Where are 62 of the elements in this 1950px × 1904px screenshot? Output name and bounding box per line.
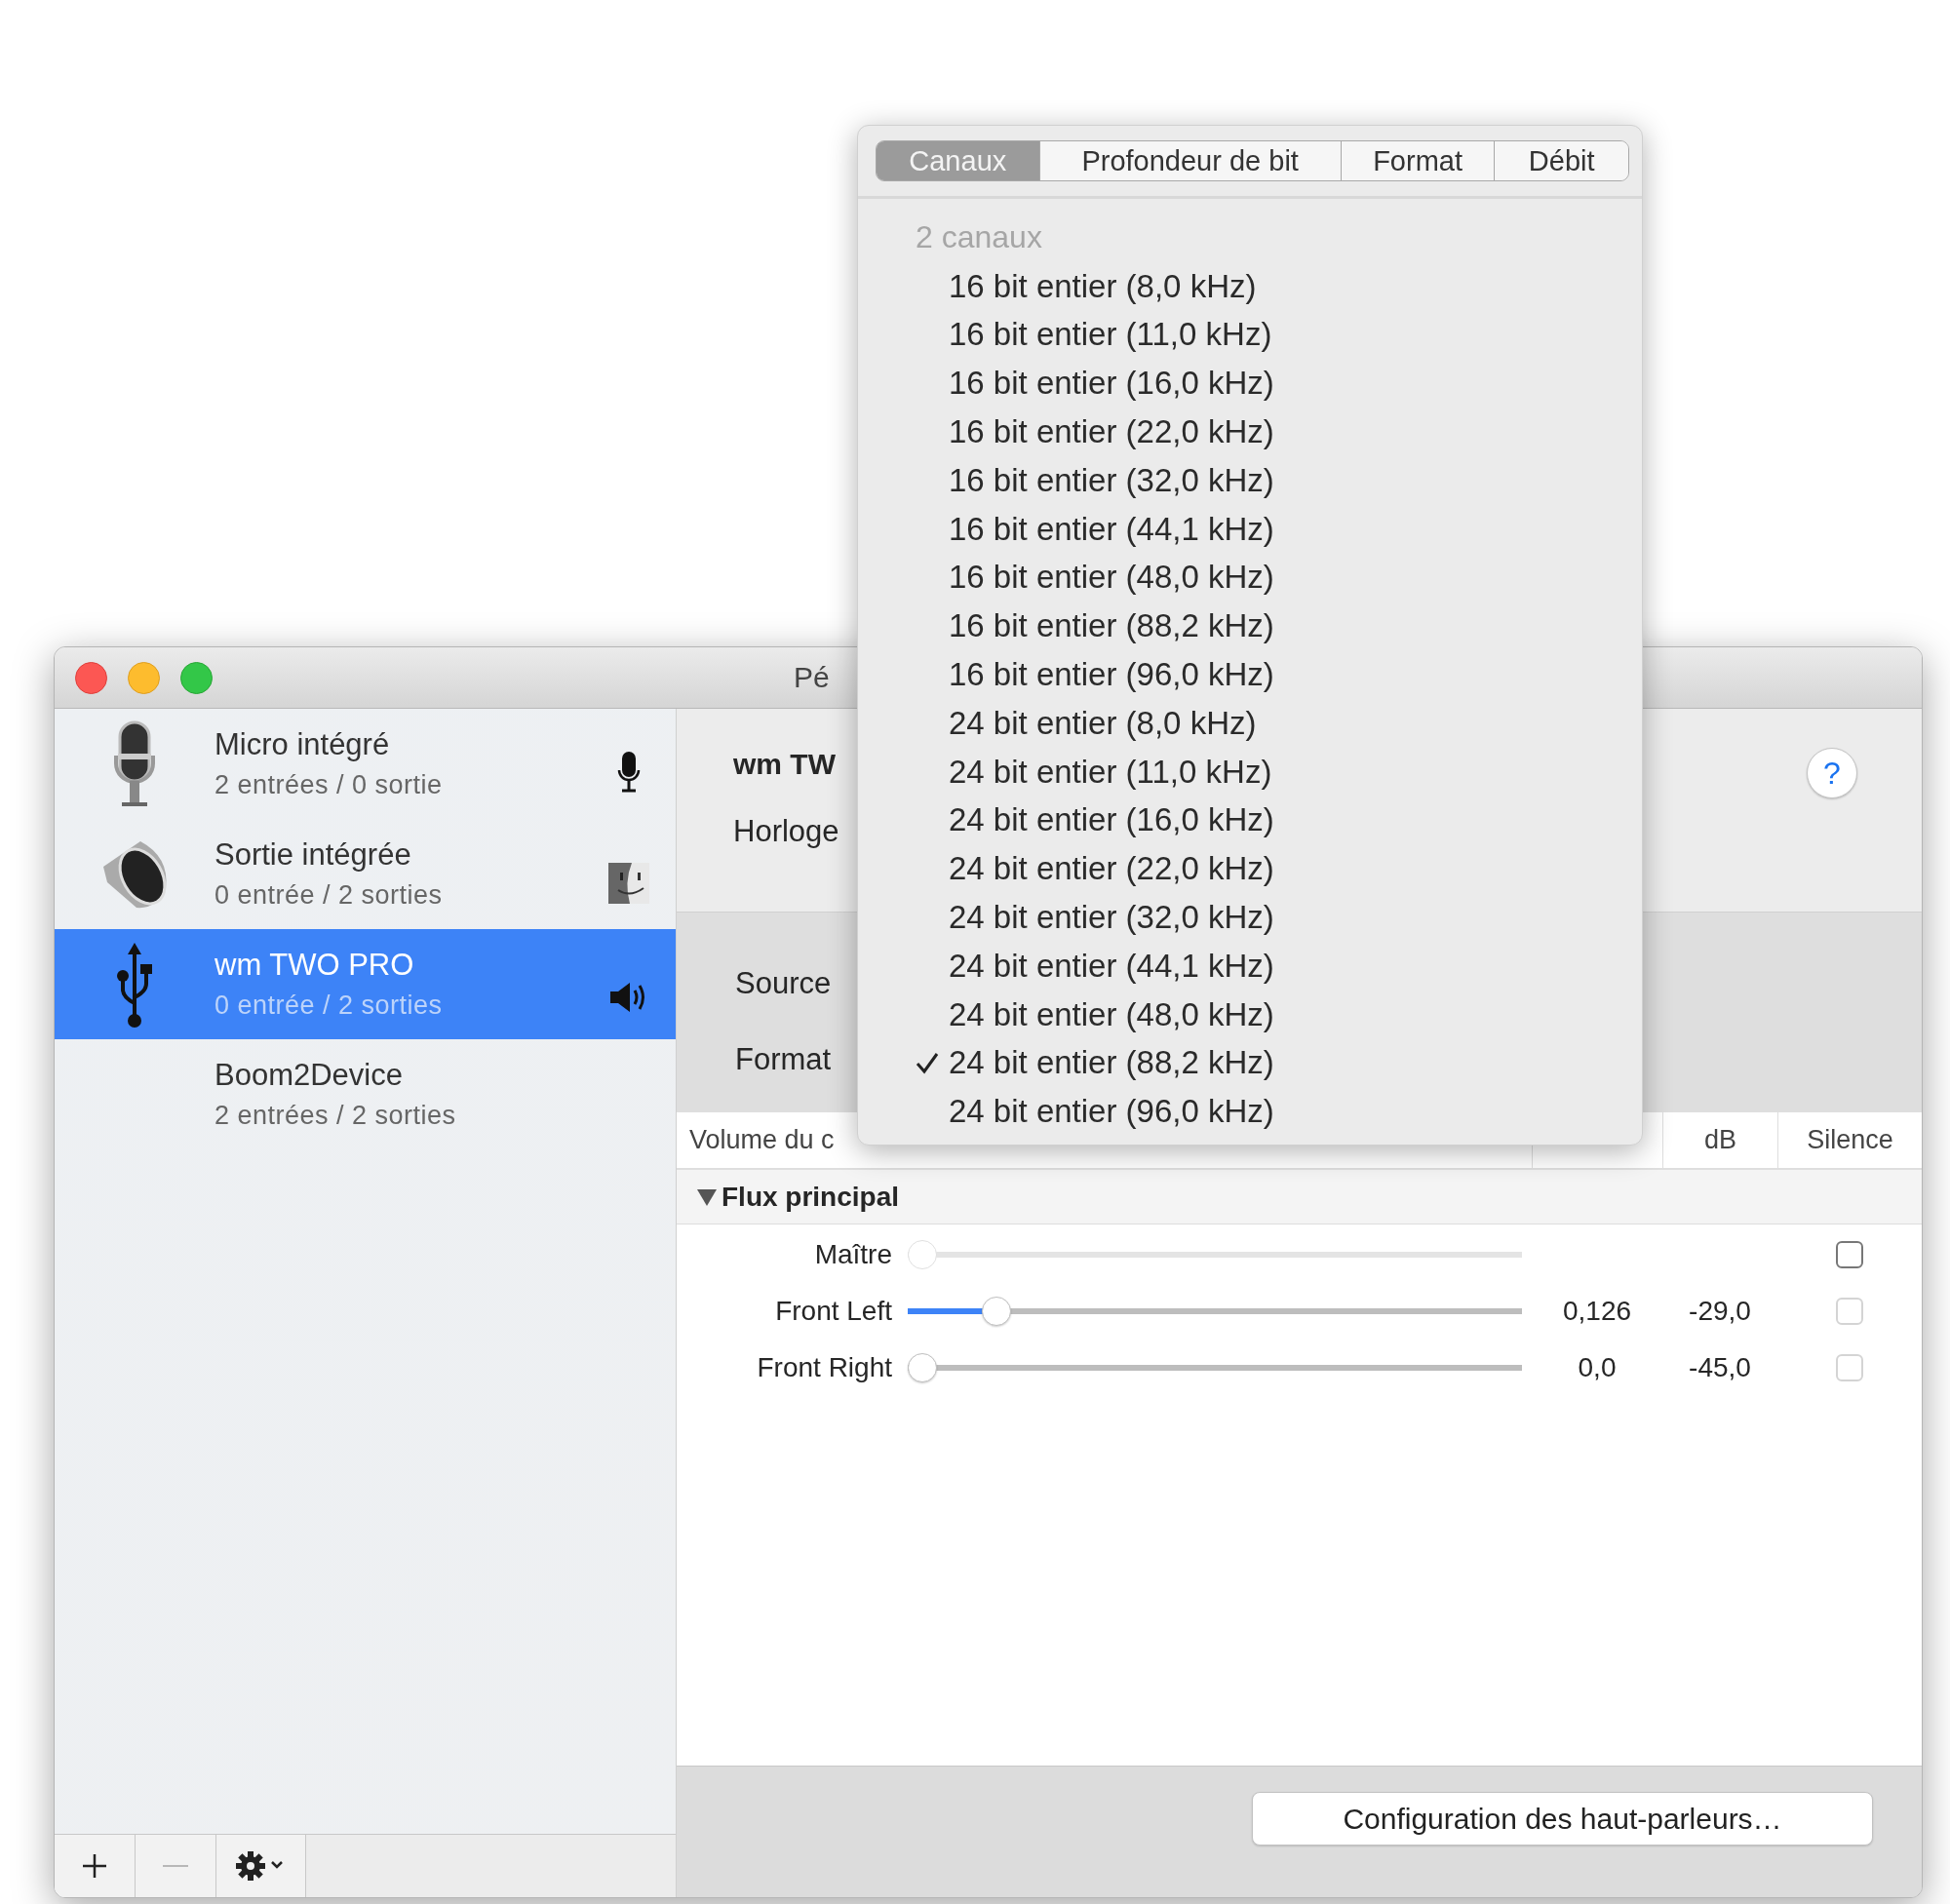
menu-section-label: 2 canaux <box>915 218 1043 256</box>
value-text: 0,0 <box>1578 1352 1617 1382</box>
device-name: wm TWO PRO <box>214 948 415 983</box>
filter-tab[interactable]: Format <box>1340 141 1495 180</box>
menu-item[interactable]: 16 bit entier (48,0 kHz) <box>949 559 1274 597</box>
device-name: Micro intégré <box>214 727 391 762</box>
minimize-button[interactable] <box>128 661 160 694</box>
speaker-configuration-button[interactable]: Configuration des haut-parleurs… <box>1252 1792 1873 1846</box>
minus-icon <box>162 1864 189 1868</box>
filter-tab[interactable]: Profondeur de bit <box>1038 141 1341 180</box>
device-channels: 0 entrée / 2 sorties <box>214 991 444 1021</box>
value-text: 0,126 <box>1562 1296 1632 1326</box>
menu-item[interactable]: 24 bit entier (32,0 kHz) <box>949 899 1274 937</box>
sidebar-item[interactable]: Micro intégré 2 entrées / 0 sortie <box>55 709 676 819</box>
menu-item[interactable]: 24 bit entier (22,0 kHz) <box>949 850 1274 888</box>
menu-item[interactable]: 24 bit entier (96,0 kHz) <box>949 1093 1274 1131</box>
plus-icon <box>81 1852 108 1880</box>
menu-item[interactable]: 24 bit entier (8,0 kHz) <box>949 704 1257 742</box>
menu-item[interactable]: 16 bit entier (16,0 kHz) <box>949 365 1274 403</box>
group-row[interactable]: Flux principal <box>677 1170 1922 1224</box>
help-button[interactable]: ? <box>1807 748 1857 798</box>
menu-item[interactable]: 24 bit entier (48,0 kHz) <box>949 995 1274 1033</box>
actions-button[interactable] <box>216 1835 306 1897</box>
db-text: -29,0 <box>1689 1296 1751 1326</box>
menu-item[interactable]: 16 bit entier (96,0 kHz) <box>949 656 1274 694</box>
window-title: Pé <box>794 661 830 694</box>
microphone-icon <box>112 719 157 808</box>
menu-item[interactable]: 16 bit entier (88,2 kHz) <box>949 607 1274 645</box>
menu-item[interactable]: 24 bit entier (16,0 kHz) <box>949 801 1274 839</box>
add-button[interactable] <box>55 1835 136 1897</box>
menu-item[interactable]: 16 bit entier (44,1 kHz) <box>949 510 1274 548</box>
menu-item[interactable]: 24 bit entier (44,1 kHz) <box>949 947 1274 985</box>
group-label: Flux principal <box>722 1181 900 1213</box>
menu-item[interactable]: 16 bit entier (8,0 kHz) <box>949 267 1257 305</box>
device-channels: 2 entrées / 2 sorties <box>214 1101 457 1131</box>
db-text: -45,0 <box>1689 1352 1751 1382</box>
zoom-button[interactable] <box>180 661 213 694</box>
channel-label: Maître <box>813 1239 892 1270</box>
device-name: Boom2Device <box>214 1058 404 1093</box>
device-title: wm TW <box>733 748 837 781</box>
channel-label: Front Left <box>774 1296 892 1327</box>
source-label: Source <box>735 966 832 1001</box>
disclosure-triangle-icon[interactable] <box>696 1186 718 1207</box>
device-name: Sortie intégrée <box>214 837 412 873</box>
menu-item[interactable]: 24 bit entier (11,0 kHz) <box>949 753 1272 791</box>
menu-item[interactable]: 16 bit entier (32,0 kHz) <box>949 461 1274 499</box>
device-channels: 2 entrées / 0 sortie <box>214 770 444 800</box>
sidebar-item[interactable]: Boom2Device 2 entrées / 2 sorties <box>55 1039 676 1149</box>
sidebar-item[interactable]: wm TWO PRO 0 entrée / 2 sorties <box>55 929 676 1039</box>
menu-item[interactable]: 24 bit entier (88,2 kHz) <box>949 1044 1274 1082</box>
sidebar-item[interactable]: Sortie intégrée 0 entrée / 2 sorties <box>55 819 676 929</box>
format-label: Format <box>735 1042 832 1077</box>
filter-tab[interactable]: Débit <box>1494 141 1628 180</box>
column-header[interactable]: dB <box>1662 1112 1777 1168</box>
mute-checkbox[interactable] <box>1836 1241 1863 1268</box>
channel-label: Front Right <box>756 1352 892 1383</box>
menu-item[interactable]: 16 bit entier (11,0 kHz) <box>949 316 1272 354</box>
column-header[interactable]: Silence <box>1777 1112 1922 1168</box>
device-channels: 0 entrée / 2 sorties <box>214 880 444 911</box>
clock-label: Horloge <box>733 814 839 849</box>
menu-item[interactable]: 16 bit entier (22,0 kHz) <box>949 413 1274 451</box>
close-button[interactable] <box>75 661 107 694</box>
